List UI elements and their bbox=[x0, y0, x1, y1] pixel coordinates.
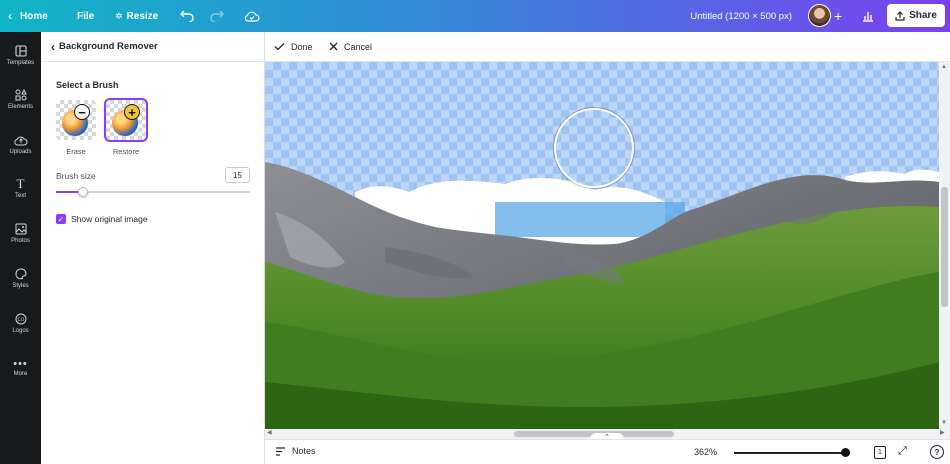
rail-item-text[interactable]: T Text bbox=[0, 168, 41, 208]
notes-button[interactable]: Notes bbox=[275, 446, 316, 456]
rail-label: Elements bbox=[7, 103, 33, 110]
panel-title: Background Remover bbox=[59, 41, 158, 52]
show-original-label[interactable]: Show original image bbox=[71, 214, 148, 224]
save-status-button[interactable] bbox=[244, 0, 260, 32]
chevron-left-icon: ‹ bbox=[8, 9, 12, 23]
check-icon: ✓ bbox=[57, 214, 65, 224]
brush-size-slider-thumb[interactable] bbox=[78, 187, 89, 197]
photos-icon bbox=[15, 223, 26, 234]
uploads-icon bbox=[13, 136, 27, 145]
zoom-slider-thumb[interactable] bbox=[840, 448, 850, 457]
scroll-down-icon[interactable]: ▼ bbox=[941, 420, 947, 426]
elements-icon bbox=[15, 88, 27, 100]
rail-label: Templates bbox=[6, 59, 35, 66]
left-rail: Templates Elements Uploads T Text Photos… bbox=[0, 32, 41, 464]
page-count-button[interactable]: 1 bbox=[874, 446, 886, 459]
background-remover-panel: ‹ Background Remover Select a Brush − + … bbox=[41, 32, 265, 464]
vertical-scroll-thumb[interactable] bbox=[941, 187, 948, 307]
chevron-left-icon[interactable]: ‹ bbox=[51, 41, 55, 53]
rail-label: Photos bbox=[11, 237, 30, 244]
rail-item-more[interactable]: ••• More bbox=[0, 348, 41, 388]
restore-label: Restore bbox=[112, 147, 140, 156]
rail-label: Text bbox=[14, 192, 26, 199]
sparkle-icon: ✲ bbox=[115, 10, 123, 21]
show-original-checkbox[interactable]: ✓ bbox=[56, 214, 66, 224]
resize-label: Resize bbox=[126, 10, 159, 22]
scroll-up-icon[interactable]: ▲ bbox=[941, 64, 947, 70]
insights-button[interactable] bbox=[856, 4, 880, 28]
share-icon bbox=[895, 10, 905, 21]
check-icon bbox=[274, 43, 285, 51]
brush-size-input[interactable]: 15 bbox=[225, 167, 250, 183]
home-button[interactable]: ‹ Home bbox=[8, 0, 48, 32]
avatar[interactable] bbox=[808, 4, 831, 27]
select-brush-heading: Select a Brush bbox=[56, 80, 119, 90]
rail-item-styles[interactable]: Styles bbox=[0, 258, 41, 298]
cancel-label: Cancel bbox=[344, 41, 373, 52]
undo-icon bbox=[180, 10, 194, 22]
rail-item-logos[interactable]: CO Logos bbox=[0, 303, 41, 343]
rail-item-elements[interactable]: Elements bbox=[0, 79, 41, 119]
brush-size-label: Brush size bbox=[56, 171, 96, 181]
scroll-left-icon[interactable]: ◀ bbox=[267, 429, 272, 436]
help-button[interactable]: ? bbox=[930, 445, 944, 459]
brush-cursor bbox=[554, 108, 634, 188]
redo-icon bbox=[210, 10, 224, 22]
erase-label: Erase bbox=[66, 147, 86, 156]
done-label: Done bbox=[291, 41, 313, 52]
notes-label: Notes bbox=[292, 446, 316, 456]
plus-icon: + bbox=[834, 8, 843, 24]
resize-button[interactable]: ✲ Resize bbox=[115, 0, 158, 32]
fullscreen-icon[interactable]: ⤢ bbox=[898, 445, 907, 458]
scroll-right-icon[interactable]: ▶ bbox=[940, 429, 945, 436]
erase-brush-button[interactable]: − bbox=[56, 100, 96, 140]
zoom-level[interactable]: 362% bbox=[694, 447, 717, 457]
rail-label: Logos bbox=[12, 327, 29, 334]
bar-chart-icon bbox=[863, 12, 873, 22]
design-canvas[interactable] bbox=[265, 62, 939, 429]
document-title[interactable]: Untitled (1200 × 500 px) bbox=[690, 0, 792, 32]
close-icon bbox=[329, 42, 338, 51]
zoom-slider[interactable] bbox=[734, 452, 850, 454]
svg-text:CO: CO bbox=[17, 317, 24, 323]
more-icon: ••• bbox=[13, 357, 28, 370]
notes-icon bbox=[276, 446, 285, 456]
share-button[interactable]: Share bbox=[887, 4, 945, 27]
text-icon: T bbox=[16, 175, 25, 191]
cloud-check-icon bbox=[244, 11, 260, 22]
styles-icon bbox=[14, 267, 27, 279]
file-menu-button[interactable]: File bbox=[77, 0, 94, 32]
redo-button[interactable] bbox=[210, 0, 224, 32]
panel-header[interactable]: ‹ Background Remover bbox=[41, 32, 264, 62]
rail-label: Styles bbox=[12, 282, 29, 289]
minus-icon: − bbox=[74, 104, 90, 120]
restore-brush-button[interactable]: + bbox=[104, 98, 148, 142]
share-label: Share bbox=[909, 10, 937, 21]
plus-icon: + bbox=[124, 104, 140, 120]
done-button[interactable]: Done bbox=[274, 42, 313, 52]
cancel-button[interactable]: Cancel bbox=[329, 42, 372, 52]
rail-label: More bbox=[13, 370, 28, 377]
edit-toolbar: Done Cancel bbox=[265, 32, 950, 62]
templates-icon bbox=[14, 44, 27, 57]
logos-icon: CO bbox=[15, 313, 26, 324]
add-collaborator-button[interactable]: + bbox=[834, 0, 842, 32]
undo-button[interactable] bbox=[180, 0, 194, 32]
top-bar: ‹ Home File ✲ Resize Untitled (1200 × 50… bbox=[0, 0, 950, 32]
rail-item-templates[interactable]: Templates bbox=[0, 35, 41, 75]
home-label: Home bbox=[20, 10, 48, 22]
vertical-scrollbar[interactable]: ▲ ▼ bbox=[939, 62, 950, 429]
rail-label: Uploads bbox=[9, 148, 32, 155]
footer-bar: Notes 362% 1 ⤢ ? bbox=[265, 439, 950, 464]
rail-item-uploads[interactable]: Uploads bbox=[0, 124, 41, 164]
rail-item-photos[interactable]: Photos bbox=[0, 213, 41, 253]
